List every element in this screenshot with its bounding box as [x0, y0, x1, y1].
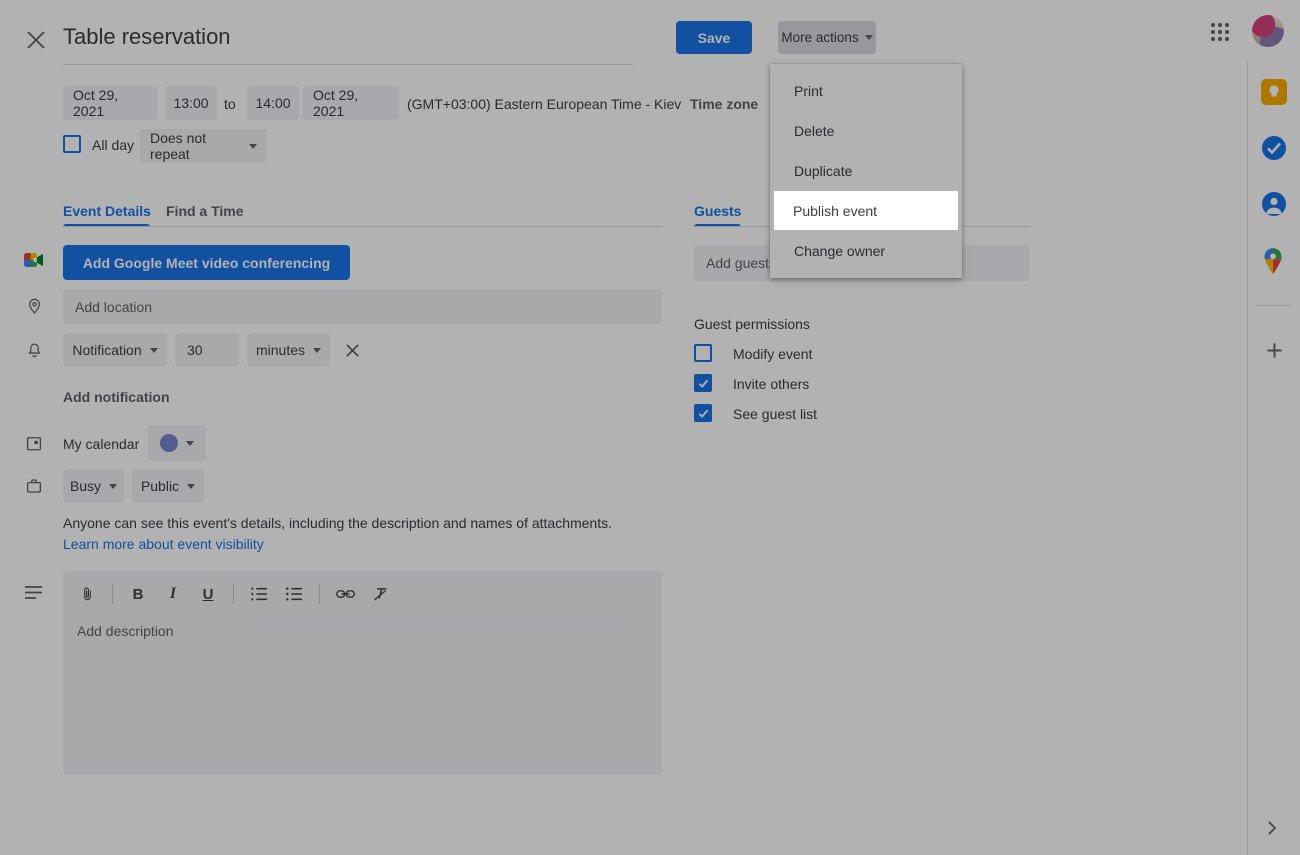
keep-icon[interactable]	[1261, 79, 1287, 105]
toolbar-separator	[319, 584, 320, 604]
tab-divider	[63, 226, 662, 227]
menu-item-change-owner[interactable]: Change owner	[770, 231, 962, 271]
italic-button[interactable]: I	[163, 583, 183, 605]
start-date-button[interactable]: Oct 29, 2021	[63, 86, 158, 120]
toolbar-separator	[233, 584, 234, 604]
tab-guests[interactable]: Guests	[694, 203, 741, 219]
visibility-learn-more-link[interactable]: Learn more about event visibility	[63, 536, 264, 552]
chevron-down-icon	[313, 348, 321, 353]
close-icon[interactable]	[25, 29, 47, 51]
toolbar-separator	[112, 584, 113, 604]
insert-link-button[interactable]	[335, 583, 355, 605]
companion-side-panel	[1247, 62, 1300, 855]
location-input[interactable]: Add location	[63, 289, 662, 324]
permission-invite-others-label: Invite others	[733, 376, 809, 392]
clear-formatting-button[interactable]	[370, 583, 390, 605]
attach-file-icon[interactable]	[77, 583, 97, 605]
numbered-list-button[interactable]	[249, 583, 269, 605]
location-placeholder: Add location	[75, 299, 152, 315]
recurrence-dropdown[interactable]: Does not repeat	[140, 129, 267, 163]
chevron-down-icon	[150, 348, 158, 353]
save-button[interactable]: Save	[676, 21, 752, 54]
menu-item-print[interactable]: Print	[770, 71, 962, 111]
visibility-note: Anyone can see this event's details, inc…	[63, 515, 612, 531]
notification-value-input[interactable]: 30	[175, 333, 239, 367]
end-date-button[interactable]: Oct 29, 2021	[303, 86, 399, 120]
tab-find-a-time[interactable]: Find a Time	[166, 203, 244, 219]
description-toolbar: B I U	[77, 582, 390, 606]
bell-icon	[26, 341, 43, 360]
chevron-down-icon	[249, 144, 257, 149]
google-meet-icon	[24, 252, 44, 268]
menu-item-delete[interactable]: Delete	[770, 111, 962, 151]
maps-icon[interactable]	[1262, 247, 1286, 275]
description-icon	[24, 585, 43, 600]
end-time-button[interactable]: 14:00	[247, 86, 299, 120]
all-day-checkbox[interactable]	[63, 135, 81, 153]
side-panel-divider	[1257, 305, 1291, 306]
event-edit-page: Table reservation Save More actions Oct …	[0, 0, 1300, 855]
permission-modify-event-checkbox[interactable]	[694, 344, 712, 362]
calendar-name-label: My calendar	[63, 436, 139, 452]
bold-button[interactable]: B	[128, 583, 148, 605]
notification-unit-dropdown[interactable]: minutes	[247, 333, 330, 367]
google-apps-grid-icon[interactable]	[1211, 23, 1229, 41]
publish-event-highlight[interactable]: Publish event	[774, 191, 958, 230]
get-addons-plus-icon[interactable]	[1266, 342, 1283, 359]
more-actions-button[interactable]: More actions	[778, 21, 876, 54]
start-time-button[interactable]: 13:00	[165, 86, 217, 120]
all-day-label: All day	[92, 137, 134, 153]
contacts-icon[interactable]	[1261, 191, 1287, 217]
event-title-input[interactable]: Table reservation	[63, 24, 633, 58]
calendar-icon	[25, 434, 43, 452]
chevron-right-icon[interactable]	[1266, 820, 1280, 836]
calendar-color-dot	[160, 434, 178, 452]
chevron-down-icon	[865, 35, 873, 40]
calendar-color-dropdown[interactable]	[148, 425, 206, 461]
title-underline	[63, 64, 633, 65]
visibility-dropdown[interactable]: Public	[132, 469, 204, 503]
permission-see-guest-list-checkbox[interactable]	[694, 404, 712, 422]
menu-item-duplicate[interactable]: Duplicate	[770, 151, 962, 191]
bulleted-list-button[interactable]	[284, 583, 304, 605]
chevron-down-icon	[109, 484, 117, 489]
permission-see-guest-list-label: See guest list	[733, 406, 817, 422]
underline-button[interactable]: U	[198, 583, 218, 605]
add-guests-placeholder: Add guests	[706, 255, 776, 271]
to-label: to	[224, 96, 236, 112]
add-notification-link[interactable]: Add notification	[63, 389, 170, 405]
guest-permissions-title: Guest permissions	[694, 316, 810, 332]
permission-modify-event-label: Modify event	[733, 346, 812, 362]
timezone-link[interactable]: Time zone	[690, 96, 758, 112]
chevron-down-icon	[186, 441, 194, 446]
chevron-down-icon	[187, 484, 195, 489]
tab-event-details[interactable]: Event Details	[63, 203, 151, 219]
permission-invite-others-checkbox[interactable]	[694, 374, 712, 392]
tasks-icon[interactable]	[1261, 135, 1287, 161]
more-actions-label: More actions	[781, 30, 858, 45]
remove-notification-icon[interactable]	[345, 343, 361, 359]
timezone-display: (GMT+03:00) Eastern European Time - Kiev	[407, 96, 681, 112]
notification-type-dropdown[interactable]: Notification	[63, 333, 167, 367]
briefcase-icon	[25, 477, 43, 495]
add-meet-button[interactable]: Add Google Meet video conferencing	[63, 245, 350, 280]
busy-status-dropdown[interactable]: Busy	[63, 469, 124, 503]
location-pin-icon	[26, 296, 43, 317]
description-placeholder: Add description	[77, 623, 174, 639]
more-actions-menu: Print Delete Duplicate Publish event Cha…	[770, 64, 962, 278]
avatar[interactable]	[1252, 15, 1284, 47]
